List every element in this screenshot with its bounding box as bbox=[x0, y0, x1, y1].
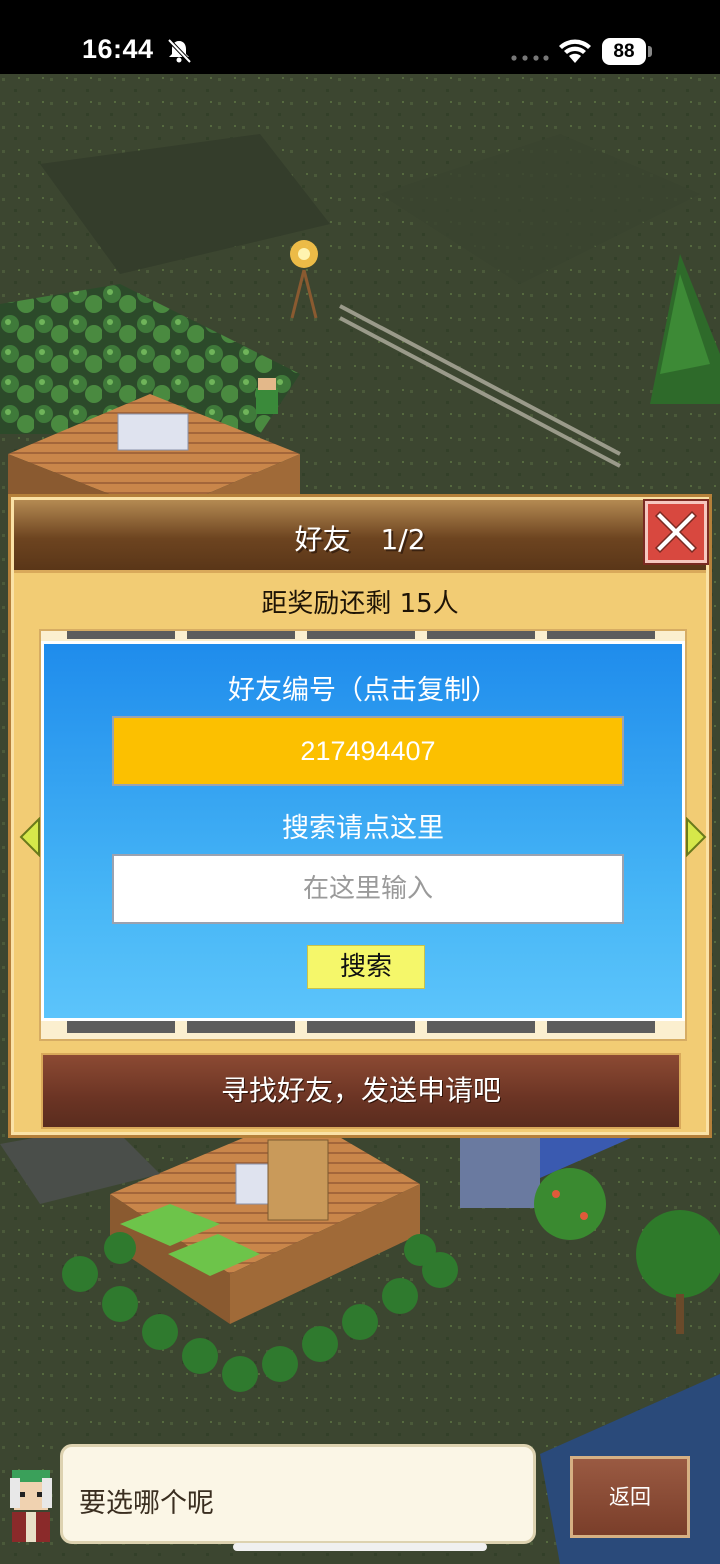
slot-top-4 bbox=[427, 631, 535, 639]
dots-icon bbox=[511, 55, 549, 61]
bell-slash-icon bbox=[167, 38, 192, 64]
slot-bottom-1 bbox=[67, 1019, 175, 1033]
speech-text: 要选哪个呢 bbox=[79, 1488, 214, 1519]
dialog-title-text: 好友 bbox=[294, 523, 351, 556]
friend-id-label: 好友编号（点击复制） bbox=[228, 675, 498, 706]
slot-top-5 bbox=[547, 631, 655, 639]
slot-bottom-3 bbox=[307, 1019, 415, 1033]
dialog-title: 好友 1/2 bbox=[14, 518, 706, 558]
arrow-left-icon[interactable] bbox=[19, 817, 41, 857]
dialog-page-indicator: 1/2 bbox=[380, 523, 426, 556]
slot-top-1 bbox=[67, 631, 175, 639]
home-indicator[interactable] bbox=[233, 1543, 487, 1551]
back-button[interactable]: 返回 bbox=[570, 1456, 690, 1538]
wifi-icon bbox=[559, 39, 591, 63]
arrow-right-icon[interactable] bbox=[685, 817, 707, 857]
status-time: 16:44 bbox=[82, 34, 154, 64]
friends-dialog: 好友 1/2 距奖励还剩 15人 好友编号（点击复制） 217494407 搜索请… bbox=[8, 494, 712, 1138]
close-icon bbox=[654, 510, 698, 554]
dialog-header: 好友 1/2 bbox=[14, 500, 706, 573]
advisor-avatar-icon bbox=[10, 1470, 52, 1542]
slot-bottom-2 bbox=[187, 1019, 295, 1033]
slot-bottom-4 bbox=[427, 1019, 535, 1033]
find-friends-button[interactable]: 寻找好友，发送申请吧 bbox=[41, 1053, 681, 1129]
search-label: 搜索请点这里 bbox=[282, 813, 444, 844]
slot-top-3 bbox=[307, 631, 415, 639]
battery-tip bbox=[648, 46, 652, 57]
friend-search-panel: 好友编号（点击复制） 217494407 搜索请点这里 在这里输入 搜索 bbox=[41, 641, 685, 1021]
close-button[interactable] bbox=[645, 501, 707, 563]
search-input[interactable]: 在这里输入 bbox=[112, 854, 624, 924]
search-button[interactable]: 搜索 bbox=[307, 945, 425, 989]
friend-id-copy-field[interactable]: 217494407 bbox=[112, 716, 624, 786]
reward-remaining-text: 距奖励还剩 15人 bbox=[261, 589, 459, 619]
battery-icon: 88 bbox=[602, 38, 646, 65]
slot-top-2 bbox=[187, 631, 295, 639]
slot-bottom-5 bbox=[547, 1019, 655, 1033]
status-bar: 16:44 88 bbox=[0, 0, 720, 74]
speech-bubble: 要选哪个呢 bbox=[60, 1444, 536, 1544]
